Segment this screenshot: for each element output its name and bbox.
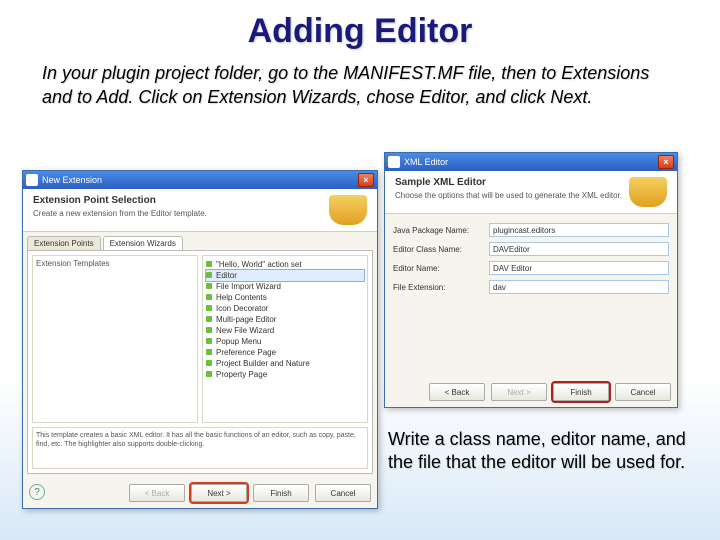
template-item[interactable]: File Import Wizard <box>206 281 364 292</box>
template-description: This template creates a basic XML editor… <box>32 427 368 469</box>
tab-extension-wizards[interactable]: Extension Wizards <box>103 236 183 250</box>
dialog1-header: Extension Point Selection <box>33 195 329 206</box>
dialog1-title: New Extension <box>42 175 358 185</box>
template-item[interactable]: Preference Page <box>206 347 364 358</box>
template-item[interactable]: Project Builder and Nature <box>206 358 364 369</box>
dialog2-title: XML Editor <box>404 157 658 167</box>
template-item[interactable]: Popup Menu <box>206 336 364 347</box>
back-button[interactable]: < Back <box>129 484 185 502</box>
eclipse-icon <box>26 174 38 186</box>
ext-input[interactable]: dav <box>489 280 669 294</box>
plug-icon <box>329 195 367 225</box>
dialog1-titlebar[interactable]: New Extension × <box>23 171 377 189</box>
dialog2-subheader: Choose the options that will be used to … <box>395 191 629 200</box>
cancel-button[interactable]: Cancel <box>315 484 371 502</box>
template-item[interactable]: Property Page <box>206 369 364 380</box>
close-icon[interactable]: × <box>358 173 374 187</box>
finish-button[interactable]: Finish <box>253 484 309 502</box>
templates-label: Extension Templates <box>36 259 194 268</box>
slide-title: Adding Editor <box>0 0 720 57</box>
plug-icon <box>629 177 667 207</box>
close-icon[interactable]: × <box>658 155 674 169</box>
class-label: Editor Class Name: <box>393 245 485 254</box>
dialog1-subheader: Create a new extension from the Editor t… <box>33 209 329 218</box>
dialog2-header: Sample XML Editor <box>395 177 629 188</box>
xml-editor-dialog: XML Editor × Sample XML Editor Choose th… <box>384 152 678 408</box>
new-extension-dialog: New Extension × Extension Point Selectio… <box>22 170 378 509</box>
next-button[interactable]: Next > <box>491 383 547 401</box>
template-item[interactable]: "Hello, World" action set <box>206 259 364 270</box>
back-button[interactable]: < Back <box>429 383 485 401</box>
template-item[interactable]: Icon Decorator <box>206 303 364 314</box>
ext-label: File Extension: <box>393 283 485 292</box>
dialog2-titlebar[interactable]: XML Editor × <box>385 153 677 171</box>
name-label: Editor Name: <box>393 264 485 273</box>
templates-list[interactable]: "Hello, World" action setEditorFile Impo… <box>202 255 368 423</box>
eclipse-icon <box>388 156 400 168</box>
template-item[interactable]: Help Contents <box>206 292 364 303</box>
next-button[interactable]: Next > <box>191 484 247 502</box>
pkg-input[interactable]: plugincast.editors <box>489 223 669 237</box>
instruction-text-2: Write a class name, editor name, and the… <box>380 428 700 475</box>
instruction-text-1: In your plugin project folder, go to the… <box>0 57 720 118</box>
template-item[interactable]: Editor <box>206 270 364 281</box>
tab-extension-points[interactable]: Extension Points <box>27 236 101 250</box>
name-input[interactable]: DAV Editor <box>489 261 669 275</box>
template-item[interactable]: Multi-page Editor <box>206 314 364 325</box>
cancel-button[interactable]: Cancel <box>615 383 671 401</box>
pkg-label: Java Package Name: <box>393 226 485 235</box>
finish-button[interactable]: Finish <box>553 383 609 401</box>
template-item[interactable]: New File Wizard <box>206 325 364 336</box>
help-icon[interactable]: ? <box>29 484 45 500</box>
class-input[interactable]: DAVEditor <box>489 242 669 256</box>
